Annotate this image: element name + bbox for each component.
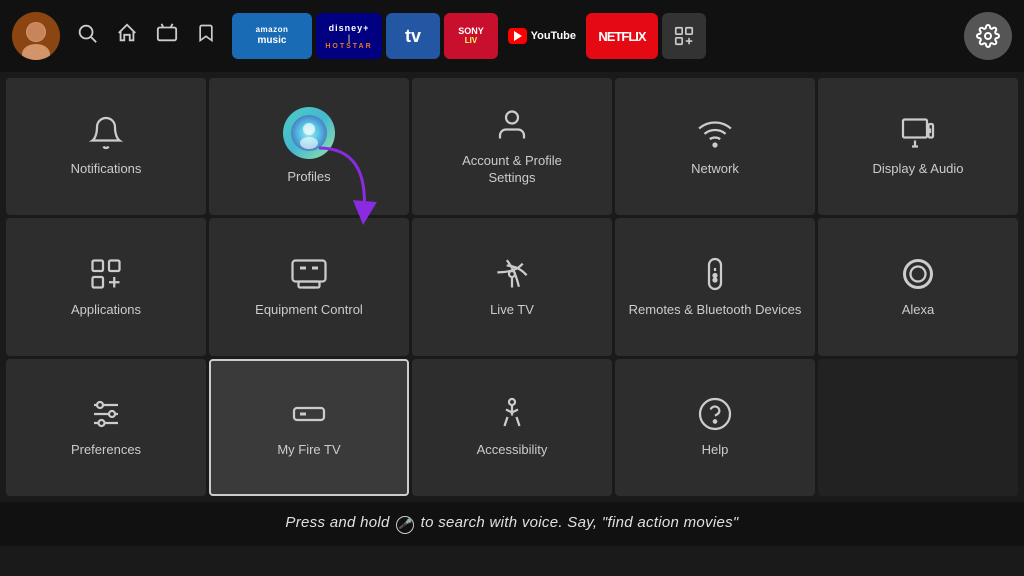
bookmark-icon[interactable] (196, 22, 216, 50)
equipment-control-label: Equipment Control (255, 302, 363, 319)
tile-network[interactable]: Network (615, 78, 815, 215)
hint-bar: Press and hold 🎤 to search with voice. S… (0, 502, 1024, 546)
display-audio-label: Display & Audio (872, 161, 963, 178)
applications-label: Applications (71, 302, 141, 319)
tv-icon[interactable] (156, 22, 178, 50)
tile-notifications[interactable]: Notifications (6, 78, 206, 215)
settings-grid: Notifications Profiles (0, 72, 1024, 502)
alexa-ring-icon (900, 256, 936, 292)
tile-equipment-control[interactable]: Equipment Control (209, 218, 409, 355)
account-profile-label: Account & Profile Settings (447, 153, 577, 187)
help-label: Help (702, 442, 729, 459)
nav-icons (76, 22, 216, 50)
tile-accessibility[interactable]: Accessibility (412, 359, 612, 496)
profiles-label: Profiles (287, 169, 330, 186)
tv-display-icon (291, 256, 327, 292)
preferences-label: Preferences (71, 442, 141, 459)
tile-profiles[interactable]: Profiles (209, 78, 409, 215)
accessibility-label: Accessibility (477, 442, 548, 459)
apps-grid-icon (88, 256, 124, 292)
network-label: Network (691, 161, 739, 178)
nav-apps: amazon music disney+ | HOTSTAR tv SONY L… (232, 13, 958, 59)
app-disney-hotstar[interactable]: disney+ | HOTSTAR (316, 13, 382, 59)
tile-live-tv[interactable]: Live TV (412, 218, 612, 355)
antenna-icon (494, 256, 530, 292)
remote-icon (697, 256, 733, 292)
help-circle-icon (697, 396, 733, 432)
app-sony-liv[interactable]: SONY LIV (444, 13, 498, 59)
person-icon (494, 107, 530, 143)
mic-icon: 🎤 (396, 516, 414, 534)
accessibility-person-icon (494, 396, 530, 432)
tile-preferences[interactable]: Preferences (6, 359, 206, 496)
tile-account-profile[interactable]: Account & Profile Settings (412, 78, 612, 215)
tile-display-audio[interactable]: Display & Audio (818, 78, 1018, 215)
app-more-grid[interactable] (662, 13, 706, 59)
fire-tv-box-icon (291, 396, 327, 432)
wifi-icon (697, 115, 733, 151)
nav-bar: amazon music disney+ | HOTSTAR tv SONY L… (0, 0, 1024, 72)
sliders-icon (88, 396, 124, 432)
gear-icon (976, 24, 1000, 48)
bell-icon (88, 115, 124, 151)
live-tv-label: Live TV (490, 302, 534, 319)
avatar-image (12, 12, 60, 60)
settings-button[interactable] (964, 12, 1012, 60)
search-icon[interactable] (76, 22, 98, 50)
app-tata-play[interactable]: tv (386, 13, 440, 59)
avatar[interactable] (12, 12, 60, 60)
notifications-label: Notifications (71, 161, 142, 178)
grid-icon (673, 25, 695, 47)
tile-alexa[interactable]: Alexa (818, 218, 1018, 355)
my-fire-tv-label: My Fire TV (277, 442, 340, 459)
hint-text: Press and hold 🎤 to search with voice. S… (285, 514, 738, 534)
tile-empty (818, 359, 1018, 496)
tile-my-fire-tv[interactable]: My Fire TV (209, 359, 409, 496)
tile-remotes-bluetooth[interactable]: Remotes & Bluetooth Devices (615, 218, 815, 355)
app-netflix[interactable]: NETFLIX (586, 13, 658, 59)
monitor-speaker-icon (900, 115, 936, 151)
profile-avatar-icon (283, 107, 335, 159)
tile-applications[interactable]: Applications (6, 218, 206, 355)
remotes-bluetooth-label: Remotes & Bluetooth Devices (629, 302, 802, 319)
home-icon[interactable] (116, 22, 138, 50)
app-youtube[interactable]: YouTube (502, 13, 582, 59)
tile-help[interactable]: Help (615, 359, 815, 496)
app-amazon-music[interactable]: amazon music (232, 13, 312, 59)
alexa-label: Alexa (902, 302, 935, 319)
